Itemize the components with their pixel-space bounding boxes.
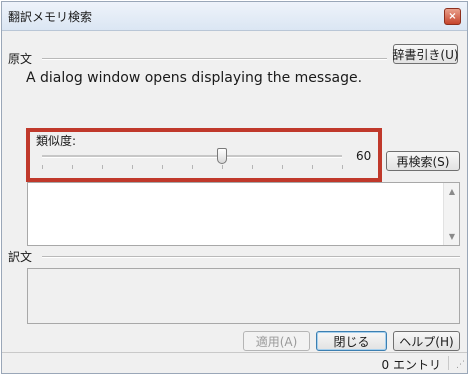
window-title: 翻訳メモリ検索 — [8, 10, 93, 24]
resize-grip-icon[interactable]: ⋰ — [453, 359, 465, 371]
slider-tick — [312, 165, 313, 169]
slider-tick — [282, 165, 283, 169]
similarity-slider-track[interactable] — [42, 155, 342, 158]
slider-tick — [342, 165, 343, 169]
translation-divider — [42, 256, 460, 258]
slider-tick — [162, 165, 163, 169]
close-window-button[interactable]: × — [444, 8, 461, 25]
source-label: 原文 — [8, 52, 33, 66]
slider-tick — [42, 165, 43, 169]
results-list[interactable]: ▲ ▼ — [27, 182, 460, 246]
arrow-up-icon[interactable]: ▲ — [444, 187, 460, 196]
similarity-value: 60 — [356, 149, 372, 163]
title-bar: 翻訳メモリ検索 × — [2, 2, 467, 31]
slider-tick — [102, 165, 103, 169]
translation-label: 訳文 — [8, 250, 33, 264]
close-button[interactable]: 閉じる — [316, 331, 387, 351]
similarity-label: 類似度: — [36, 134, 77, 148]
status-separator — [448, 356, 449, 370]
slider-tick — [192, 165, 193, 169]
research-button[interactable]: 再検索(S) — [386, 151, 460, 171]
arrow-down-icon[interactable]: ▼ — [444, 232, 460, 241]
status-bar: 0 エントリ ⋰ — [2, 352, 467, 373]
apply-button[interactable]: 適用(A) — [243, 331, 310, 351]
dictionary-lookup-button[interactable]: 辞書引き(U) — [392, 44, 459, 64]
source-divider — [42, 58, 387, 60]
close-icon: × — [448, 10, 457, 22]
similarity-slider-thumb[interactable] — [217, 148, 227, 164]
slider-tick — [72, 165, 73, 169]
source-text: A dialog window opens displaying the mes… — [26, 70, 363, 86]
translation-memory-search-window: 翻訳メモリ検索 × 原文 辞書引き(U) A dialog window ope… — [1, 1, 468, 374]
help-button[interactable]: ヘルプ(H) — [393, 331, 460, 351]
slider-tick — [252, 165, 253, 169]
slider-tick — [132, 165, 133, 169]
slider-tick — [222, 165, 223, 169]
entry-count: 0 エントリ — [381, 358, 441, 372]
translation-text-box[interactable] — [27, 268, 460, 324]
results-scrollbar[interactable]: ▲ ▼ — [443, 183, 459, 245]
